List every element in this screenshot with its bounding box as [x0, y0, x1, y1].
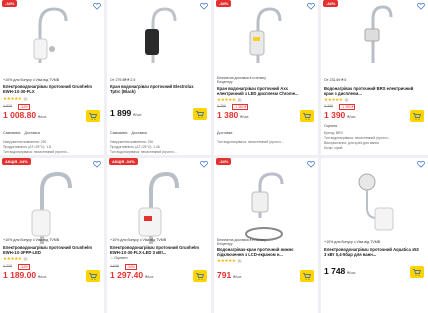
price: 1 189.00 ₴/шт.: [3, 270, 48, 280]
rating-stars: ★★★★★ (1): [324, 97, 349, 102]
product-card[interactable]: АКЦІЯ -34% +10% для бонусу з Visa від TV…: [107, 158, 211, 313]
spec-3: Використання: для кухні,для ванни: [324, 141, 380, 145]
promo-text: От 231.69 ₴ 6: [324, 78, 347, 82]
old-price: 1 739: [3, 264, 12, 268]
price: 1 008.80 ₴/шт.: [3, 110, 48, 120]
rating-stars: ★★★★★ (1): [3, 256, 28, 261]
product-name[interactable]: Електроводонагрівач проточний Aquatica з…: [324, 247, 422, 257]
add-to-cart-button[interactable]: [86, 110, 100, 122]
spec-1: Напруження живлення: 230: [3, 140, 47, 144]
product-card[interactable]: АКЦІЯ -34% +10% для бонусу з Visa від TV…: [0, 158, 104, 313]
price: 1 297.40 ₴/шт.: [110, 270, 155, 280]
spec-1: Тип водонагрівача: несистемний (проточ..…: [217, 140, 284, 144]
product-image[interactable]: [0, 0, 104, 70]
product-image[interactable]: [107, 0, 211, 70]
rating-stars: ★★★★★ (1): [3, 96, 28, 101]
promo-text: +10% для бонусу з Visa від TVMB: [3, 238, 60, 242]
discount-badge: -34%: [323, 0, 339, 7]
add-to-cart-button[interactable]: [86, 270, 100, 282]
promo-text: +10% для бонусу з Visa від TVMB: [324, 240, 381, 244]
heart-icon[interactable]: [93, 2, 101, 10]
spec-3: Тип водонагрівача: несистемний (проточ..…: [3, 150, 70, 154]
heart-icon[interactable]: [93, 160, 101, 168]
heart-icon[interactable]: [200, 160, 208, 168]
rating-stars: ★★★★★ (1): [217, 97, 242, 102]
product-grid: -34% +10% для бонусу з Visa від TVMB Еле…: [0, 0, 428, 313]
heart-icon[interactable]: [307, 2, 315, 10]
add-to-cart-button[interactable]: [410, 266, 424, 278]
add-to-cart-button[interactable]: [300, 110, 314, 122]
delivery-options: Доставка: [217, 131, 233, 135]
rate-link[interactable]: ☆ Оцінити: [110, 256, 128, 260]
product-card[interactable]: -34% +10% для бонусу з Visa від TVMB Еле…: [0, 0, 104, 155]
spec-1: Бренд: BRS: [324, 131, 343, 135]
spec-3: Тип водонагрівача: несистемний (проточ..…: [110, 150, 177, 154]
heart-icon[interactable]: [307, 160, 315, 168]
free-delivery-label: Безплатна доставка в готельну Епіцентру: [217, 238, 266, 246]
discount-badge: АКЦІЯ -34%: [2, 158, 31, 165]
price: 1 380 ₴/шт.: [217, 110, 250, 120]
add-to-cart-button[interactable]: [300, 270, 314, 282]
free-delivery-label: Безплатна доставка в готельну Епіцентру: [217, 76, 266, 84]
product-name[interactable]: Водонагрівач проточний BRS електричний к…: [324, 86, 422, 96]
add-to-cart-button[interactable]: [193, 108, 207, 120]
old-price: 1 649: [110, 264, 119, 268]
product-card[interactable]: -34% От 231.69 ₴ 6 Водонагрівач проточни…: [321, 0, 428, 155]
add-to-cart-button[interactable]: [193, 270, 207, 282]
product-image[interactable]: [214, 0, 318, 70]
old-price: 2 750: [217, 104, 226, 108]
discount-badge: АКЦІЯ -34%: [109, 158, 138, 165]
product-card[interactable]: +10% для бонусу з Visa від TVMB Електров…: [321, 158, 428, 313]
product-name[interactable]: Кран водонагрівач проточний Axx електрич…: [217, 86, 312, 96]
rate-link[interactable]: Оцінити: [324, 124, 337, 128]
discount-badge: -34%: [2, 0, 18, 7]
price: 791 ₴/шт.: [217, 270, 243, 280]
heart-icon[interactable]: [200, 2, 208, 10]
discount-badge: -34%: [216, 0, 232, 7]
product-name[interactable]: Електроводонагрівач проточний Grunhelm E…: [110, 245, 205, 255]
price: 1 390 ₴/шт.: [324, 110, 357, 120]
product-card[interactable]: От 279.5₴ ₴ 2.5 Кран водонагрівач проточ…: [107, 0, 211, 155]
promo-text: От 279.5₴ ₴ 2.5: [110, 78, 136, 82]
product-image[interactable]: [107, 158, 211, 258]
product-image[interactable]: [321, 0, 428, 70]
promo-text: +10% для бонусу з Visa від TVMB: [3, 78, 60, 82]
spec-4: Колір: сірий: [324, 146, 343, 150]
price: 1 748 ₴/шт.: [324, 266, 357, 276]
spec-2: Тип водонагрівача: несистемний (проточ..…: [324, 136, 391, 140]
delivery-options: Самовивіз Доставка: [3, 131, 40, 135]
add-to-cart-button[interactable]: [410, 110, 424, 122]
price: 1 899 ₴/шт.: [110, 108, 143, 118]
product-image[interactable]: [0, 158, 104, 258]
heart-icon[interactable]: [417, 160, 425, 168]
product-name[interactable]: Електроводонагрівач проточний Grunhelm E…: [3, 245, 98, 255]
discount-badge: -34%: [216, 158, 232, 165]
delivery-options: Самовивіз Доставка: [110, 131, 147, 135]
spec-2: Продуктивність (ΔT=25°C): 1.8: [3, 145, 51, 149]
product-name[interactable]: Водонагрівач-кран проточний нижнє підклю…: [217, 247, 312, 257]
spec-2: Продуктивність (ΔT=25°C): 1.46: [110, 145, 160, 149]
rating-stars: ★★★★★ (1): [217, 258, 242, 263]
heart-icon[interactable]: [417, 2, 425, 10]
product-card[interactable]: -34% Безплатна доставка в готельну Епіце…: [214, 158, 318, 313]
product-name[interactable]: Електроводонагрівач проточний Grunhelm E…: [3, 84, 98, 94]
old-price: 2 790: [324, 104, 333, 108]
spec-1: Напруження живлення: 230: [110, 140, 154, 144]
old-price: 1 879: [3, 104, 12, 108]
promo-text: +10% для бонусу з Visa від TVMB: [110, 238, 167, 242]
product-name[interactable]: Кран водонагрівач проточний Electrolux T…: [110, 84, 205, 94]
product-card[interactable]: -34% Безплатна доставка в готельну Епіце…: [214, 0, 318, 155]
